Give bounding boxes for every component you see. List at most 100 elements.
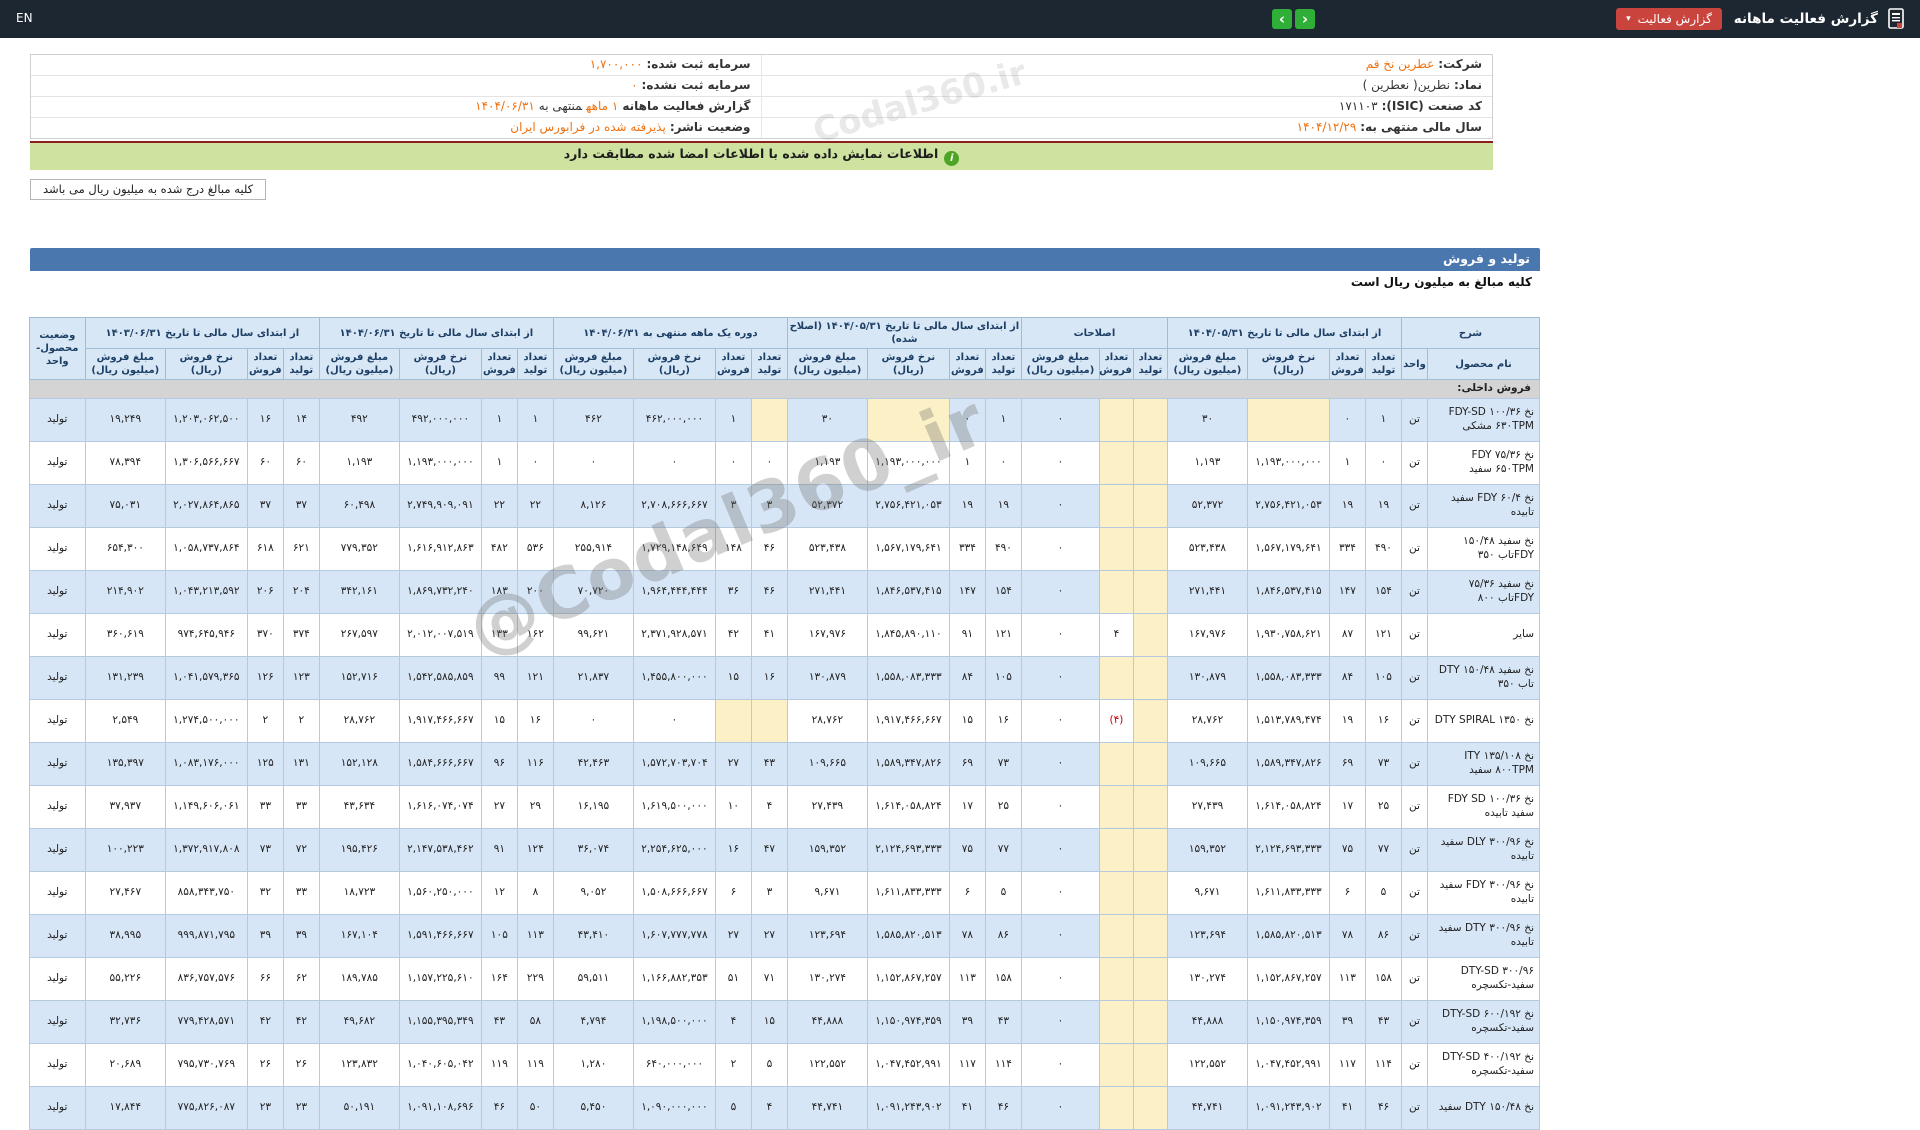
value-cell: ۱۹ xyxy=(1365,485,1401,528)
value-cell: ۲,۷۰۸,۶۶۶,۶۶۷ xyxy=(633,485,715,528)
status-cell: تولید xyxy=(29,614,85,657)
value-cell: ۱۲۱ xyxy=(517,657,553,700)
value-cell: ۱ xyxy=(949,442,985,485)
value-cell: ۰ xyxy=(1021,442,1099,485)
value-cell: ۸۶ xyxy=(1365,915,1401,958)
signed-info-notice: iاطلاعات نمایش داده شده با اطلاعات امضا … xyxy=(30,141,1493,170)
value-cell: ۰ xyxy=(1021,958,1099,1001)
value-cell: ۹,۶۷۱ xyxy=(787,872,867,915)
value-cell: ۱۱۶ xyxy=(517,743,553,786)
value-cell: ۲۸,۷۶۲ xyxy=(787,700,867,743)
column-header-product-name: نام محصول xyxy=(1428,349,1540,380)
value-cell: ۴۶ xyxy=(751,571,787,614)
value-cell: ۰ xyxy=(1021,614,1099,657)
page-title: گزارش فعالیت ماهانه xyxy=(1734,11,1878,27)
report-dropdown-button[interactable]: گزارش فعالیت ▾ xyxy=(1616,8,1722,30)
column-header: مبلغ فروش (میلیون ریال) xyxy=(1021,349,1099,380)
value-cell: ۱۲۶ xyxy=(247,657,283,700)
info-row: گزارش فعالیت ماهانه۱ ماههمنتهی به۱۴۰۴/۰۶… xyxy=(31,97,762,118)
status-cell: تولید xyxy=(29,915,85,958)
value-cell: ۰ xyxy=(553,442,633,485)
value-cell xyxy=(1133,829,1167,872)
info-label: سال مالی منتهی به: xyxy=(1360,120,1482,134)
status-cell: تولید xyxy=(29,1087,85,1130)
group-header: از ابتدای سال مالی تا تاریخ ۱۴۰۴/۰۵/۳۱ (… xyxy=(787,318,1021,349)
column-header: تعداد تولید xyxy=(1133,349,1167,380)
value-cell: ۱۶۲ xyxy=(517,614,553,657)
status-cell: تولید xyxy=(29,700,85,743)
unit-cell: تن xyxy=(1401,657,1427,700)
value-cell: ۲ xyxy=(247,700,283,743)
unit-cell: تن xyxy=(1401,1001,1427,1044)
product-name-cell: سایر xyxy=(1428,614,1540,657)
value-cell xyxy=(867,399,949,442)
info-value: پذیرفته شده در فرابورس ایران xyxy=(510,120,666,134)
table-row: DTY-SD ۳۰۰/۹۶ سفید-تکسچرهتن۱۵۸۱۱۳۱,۱۵۲,۸… xyxy=(29,958,1539,1001)
value-cell: ۳۹ xyxy=(247,915,283,958)
company-link[interactable]: عطرین نخ قم xyxy=(1366,57,1435,71)
value-cell: ۱,۶۱۱,۸۳۳,۳۳۳ xyxy=(1247,872,1329,915)
amounts-subtitle: کلیه مبالغ به میلیون ریال است xyxy=(30,271,1540,291)
value-cell: ۱ xyxy=(517,399,553,442)
next-page-button[interactable]: › xyxy=(1295,9,1315,29)
info-value: ۱,۷۰۰,۰۰۰ xyxy=(590,57,643,71)
value-cell: ۳۰ xyxy=(1167,399,1247,442)
value-cell: ۳ xyxy=(751,872,787,915)
value-cell: ۲۷ xyxy=(715,743,751,786)
value-cell: ۱,۸۴۶,۵۳۷,۴۱۵ xyxy=(1247,571,1329,614)
value-cell: ۸۵۸,۳۴۳,۷۵۰ xyxy=(165,872,247,915)
value-cell: ۱۱۴ xyxy=(985,1044,1021,1087)
value-cell: ۱,۱۵۵,۳۹۵,۳۴۹ xyxy=(399,1001,481,1044)
info-label: شرکت: xyxy=(1438,57,1482,71)
value-cell: ۱۰۵ xyxy=(481,915,517,958)
value-cell: ۱۶۷,۹۷۶ xyxy=(787,614,867,657)
value-cell: ۱۹,۲۴۹ xyxy=(85,399,165,442)
value-cell: ۰ xyxy=(715,442,751,485)
table-row: نخ سفید ۱۵۰/۴۸ DTY تاب ۳۵۰تن۱۰۵۸۴۱,۵۵۸,۰… xyxy=(29,657,1539,700)
status-cell: تولید xyxy=(29,485,85,528)
value-cell: ۵۲,۳۷۲ xyxy=(1167,485,1247,528)
info-label: کد صنعت (ISIC): xyxy=(1382,99,1482,113)
value-cell: ۱۸۳ xyxy=(481,571,517,614)
value-cell xyxy=(1133,657,1167,700)
value-cell: ۱۸,۷۲۳ xyxy=(319,872,399,915)
value-cell: ۲۷۱,۴۴۱ xyxy=(787,571,867,614)
value-cell: ۱۱۷ xyxy=(949,1044,985,1087)
unit-cell: تن xyxy=(1401,1044,1427,1087)
info-row: نماد:نطرین( نعطرین ) xyxy=(762,76,1493,97)
value-cell: ۵۳۶ xyxy=(517,528,553,571)
value-cell: ۶۴۰,۰۰۰,۰۰۰ xyxy=(633,1044,715,1087)
value-cell: ۱۲ xyxy=(481,872,517,915)
value-cell: ۶۱۸ xyxy=(247,528,283,571)
value-cell: ۱,۲۷۴,۵۰۰,۰۰۰ xyxy=(165,700,247,743)
language-toggle-en[interactable]: EN xyxy=(16,11,33,25)
value-cell: ۱۰۰,۲۲۳ xyxy=(85,829,165,872)
value-cell: ۰ xyxy=(1021,786,1099,829)
status-cell: تولید xyxy=(29,1001,85,1044)
product-name-cell: نخ ۴۰۰/۱۹۲ DTY-SD سفید-تکسچره xyxy=(1428,1044,1540,1087)
value-cell: ۱۹ xyxy=(949,485,985,528)
value-cell: ۱,۱۵۲,۸۶۷,۲۵۷ xyxy=(867,958,949,1001)
value-cell: ۱۰ xyxy=(715,786,751,829)
value-cell: ۱ xyxy=(715,399,751,442)
value-cell: ۱۱۳ xyxy=(517,915,553,958)
value-cell: ۱,۰۸۳,۱۷۶,۰۰۰ xyxy=(165,743,247,786)
product-name-cell: نخ ۳۰۰/۹۶ DTY سفید تابیده xyxy=(1428,915,1540,958)
value-cell xyxy=(1133,614,1167,657)
info-value: منتهی به xyxy=(539,99,582,113)
column-header: تعداد فروش xyxy=(1329,349,1365,380)
value-cell xyxy=(1099,872,1133,915)
status-cell: تولید xyxy=(29,657,85,700)
value-cell: ۸۶ xyxy=(985,915,1021,958)
value-cell: ۲۱۴,۹۰۲ xyxy=(85,571,165,614)
info-row: کد صنعت (ISIC):۱۷۱۱۰۳ xyxy=(762,97,1493,118)
value-cell: ۱۶ xyxy=(247,399,283,442)
value-cell xyxy=(1133,915,1167,958)
value-cell: ۰ xyxy=(1021,700,1099,743)
value-cell: ۴ xyxy=(715,1001,751,1044)
value-cell: ۱,۶۱۴,۰۵۸,۸۲۴ xyxy=(867,786,949,829)
value-cell: ۱,۰۹۱,۱۰۸,۶۹۶ xyxy=(399,1087,481,1130)
value-cell: ۱,۱۴۹,۶۰۶,۰۶۱ xyxy=(165,786,247,829)
value-cell: ۴۱ xyxy=(949,1087,985,1130)
prev-page-button[interactable]: ‹ xyxy=(1272,9,1292,29)
